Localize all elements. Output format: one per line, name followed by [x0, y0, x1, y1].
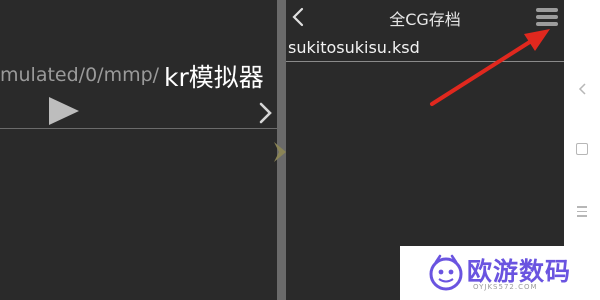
row-divider	[0, 128, 277, 129]
path-current-folder: kr模拟器	[164, 63, 264, 92]
file-list-item[interactable]: sukitosukisu.ksd	[286, 38, 566, 62]
left-pane: mulated/0/mmp/ kr模拟器	[0, 0, 277, 300]
nav-menu-icon[interactable]	[577, 206, 587, 220]
watermark-url: OYJKS572.COM	[473, 283, 538, 291]
chevron-right-icon[interactable]	[253, 100, 279, 126]
path-row[interactable]: mulated/0/mmp/ kr模拟器	[0, 60, 277, 96]
page-title: 全CG存档	[389, 10, 461, 29]
row-divider	[286, 61, 564, 62]
path-prefix: mulated/0/mmp/	[0, 64, 160, 86]
play-icon[interactable]	[49, 97, 79, 125]
watermark: 欧游数码 OYJKS572.COM	[400, 246, 600, 300]
nav-home-icon[interactable]	[576, 143, 588, 155]
menu-icon[interactable]	[536, 8, 558, 28]
nav-back-icon[interactable]	[577, 82, 589, 96]
watermark-logo-icon	[429, 254, 463, 291]
